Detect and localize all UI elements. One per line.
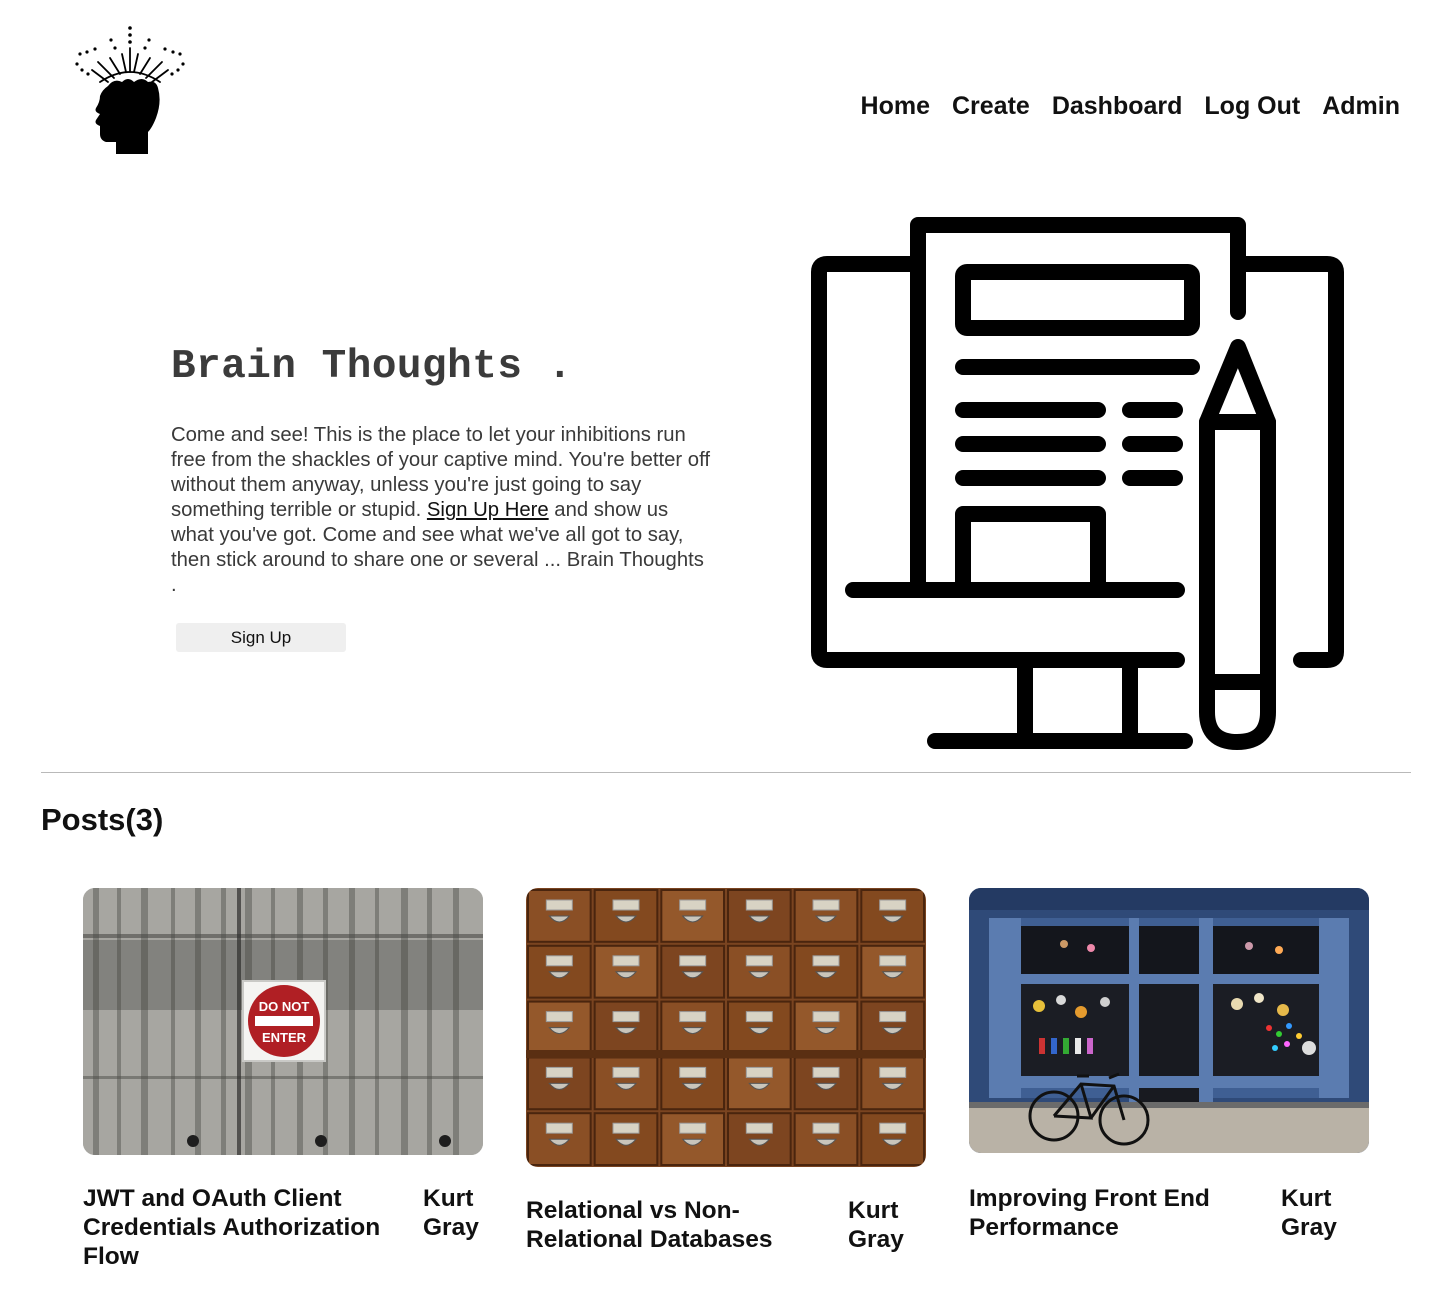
do-not-enter-sign-photo: DO NOT ENTER xyxy=(83,888,483,1155)
post-card[interactable]: Relational vs Non-Relational Databases K… xyxy=(526,888,926,1268)
posts-heading: Posts(3) xyxy=(41,802,164,837)
post-card-title[interactable]: Relational vs Non-Relational Databases xyxy=(526,1196,806,1254)
post-card-title[interactable]: JWT and OAuth Client Credentials Authori… xyxy=(83,1184,403,1271)
nav-logout-link[interactable]: Log Out xyxy=(1204,92,1300,121)
post-card-image[interactable] xyxy=(526,888,926,1167)
card-catalog-drawers-photo xyxy=(526,888,926,1167)
post-card-author: Kurt Gray xyxy=(848,1197,904,1253)
post-card-title[interactable]: Improving Front End Performance xyxy=(969,1184,1229,1242)
post-card[interactable]: Improving Front End Performance Kurt Gra… xyxy=(969,888,1369,1268)
hero-title: Brain Thoughts . xyxy=(171,344,573,390)
sign-up-button[interactable]: Sign Up xyxy=(176,623,346,652)
hero-description: Come and see! This is the place to let y… xyxy=(171,423,711,598)
post-card[interactable]: DO NOT ENTER JWT and OAuth Client Creden… xyxy=(83,888,483,1278)
brain-head-logo[interactable] xyxy=(70,22,190,157)
page: Home Create Dashboard Log Out Admin Brai… xyxy=(0,0,1444,1316)
main-nav: Home Create Dashboard Log Out Admin xyxy=(861,92,1400,121)
svg-text:ENTER: ENTER xyxy=(262,1030,307,1045)
svg-text:DO NOT: DO NOT xyxy=(259,999,310,1014)
nav-admin-link[interactable]: Admin xyxy=(1322,92,1400,121)
post-card-author: Kurt Gray xyxy=(1281,1185,1337,1241)
sign-up-here-link[interactable]: Sign Up Here xyxy=(427,499,549,521)
nav-create-link[interactable]: Create xyxy=(952,92,1030,121)
post-card-author: Kurt Gray xyxy=(423,1185,479,1241)
shop-front-bicycle-photo xyxy=(969,888,1369,1153)
section-divider xyxy=(41,772,1411,773)
monitor-document-pencil-icon xyxy=(811,217,1344,750)
post-card-image[interactable]: DO NOT ENTER xyxy=(83,888,483,1155)
nav-dashboard-link[interactable]: Dashboard xyxy=(1052,92,1183,121)
nav-home-link[interactable]: Home xyxy=(861,92,930,121)
post-card-image[interactable] xyxy=(969,888,1369,1153)
